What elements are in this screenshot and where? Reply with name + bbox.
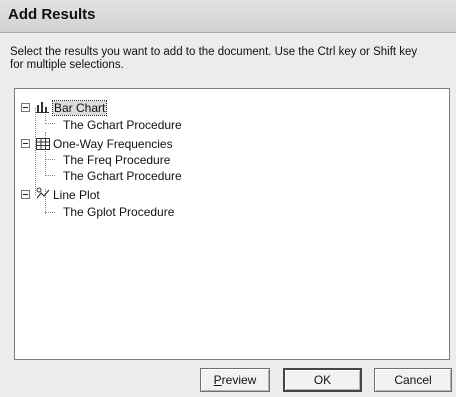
add-results-dialog: Add Results Select the results you want … <box>0 0 456 397</box>
tree-connector <box>45 123 55 124</box>
title-bar: Add Results <box>0 0 456 33</box>
collapse-toggle[interactable] <box>21 103 30 112</box>
tree-connector <box>45 175 55 176</box>
bar-chart-icon <box>36 102 49 113</box>
preview-label: review <box>221 373 257 387</box>
tree-item-gplot-procedure[interactable]: The Gplot Procedure <box>63 205 174 219</box>
tree-connector <box>45 212 55 213</box>
tree-item-freq-procedure[interactable]: The Freq Procedure <box>63 153 170 167</box>
tree-item-gchart-procedure[interactable]: The Gchart Procedure <box>63 169 182 183</box>
results-tree[interactable]: Bar Chart The Gchart Procedure One-Way F… <box>14 88 450 360</box>
tree-connector <box>35 108 36 195</box>
tree-item-one-way-frequencies[interactable]: One-Way Frequencies <box>53 137 173 151</box>
dialog-title: Add Results <box>8 6 96 23</box>
instructions-text: Select the results you want to add to th… <box>10 46 418 71</box>
tree-item-gchart-procedure[interactable]: The Gchart Procedure <box>63 118 182 132</box>
cancel-button[interactable]: Cancel <box>374 368 452 392</box>
tree-item-line-plot[interactable]: Line Plot <box>53 188 100 202</box>
line-plot-icon <box>36 187 50 199</box>
tree-item-bar-chart[interactable]: Bar Chart <box>51 100 108 116</box>
tree-connector <box>45 159 55 160</box>
preview-mnemonic: P <box>213 373 222 387</box>
preview-button[interactable]: Preview <box>200 368 270 392</box>
table-icon <box>36 138 50 150</box>
ok-button[interactable]: OK <box>283 368 362 392</box>
collapse-toggle[interactable] <box>21 139 30 148</box>
collapse-toggle[interactable] <box>21 190 30 199</box>
